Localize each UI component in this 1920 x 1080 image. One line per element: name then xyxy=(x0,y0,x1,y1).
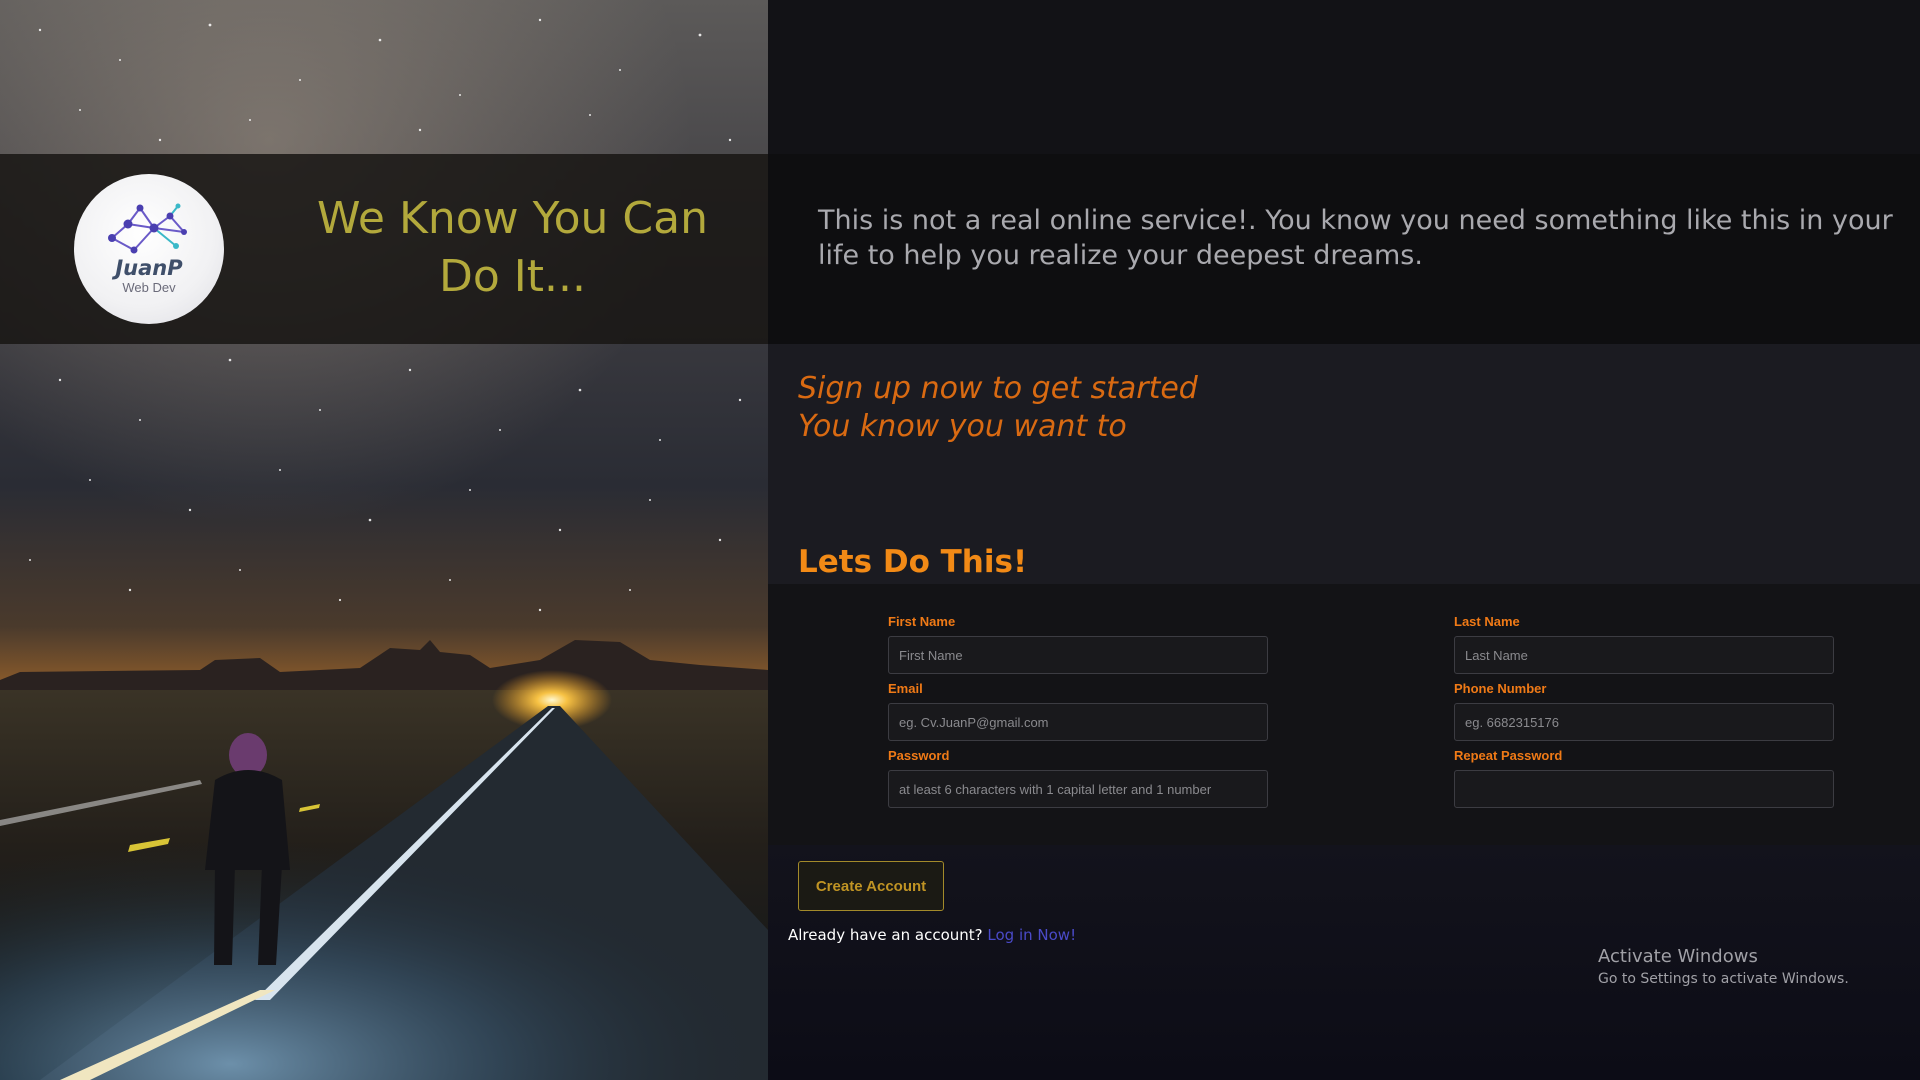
already-have-account-text: Already have an account? xyxy=(788,926,983,944)
signup-form: First Name Last Name Email Phone Number … xyxy=(768,584,1920,845)
email-input[interactable] xyxy=(888,703,1268,741)
create-account-button[interactable]: Create Account xyxy=(798,861,944,911)
repeat-password-input[interactable] xyxy=(1454,770,1834,808)
tagline-line-1: Sign up now to get started xyxy=(798,371,1198,406)
first-name-group: First Name xyxy=(888,614,1268,674)
phone-label: Phone Number xyxy=(1454,681,1547,696)
last-name-input[interactable] xyxy=(1454,636,1834,674)
activate-windows-watermark: Activate Windows Go to Settings to activ… xyxy=(1598,945,1849,989)
header-banner: JuanP Web Dev We Know You Can Do It... T… xyxy=(0,154,1920,344)
login-prompt: Already have an account? Log in Now! xyxy=(788,926,1076,944)
logo[interactable]: JuanP Web Dev xyxy=(74,174,224,324)
password-input[interactable] xyxy=(888,770,1268,808)
top-spacer xyxy=(768,0,1920,154)
email-group: Email xyxy=(888,681,1268,741)
last-name-group: Last Name xyxy=(1454,614,1834,674)
first-name-label: First Name xyxy=(888,614,956,629)
banner-right: This is not a real online service!. You … xyxy=(768,154,1920,344)
first-name-input[interactable] xyxy=(888,636,1268,674)
repeat-password-group: Repeat Password xyxy=(1454,748,1834,808)
network-logo-icon xyxy=(108,203,187,254)
repeat-password-label: Repeat Password xyxy=(1454,748,1563,763)
form-heading: Lets Do This! xyxy=(798,544,1028,580)
form-actions: Create Account Already have an account? … xyxy=(768,845,1920,1080)
phone-group: Phone Number xyxy=(1454,681,1834,741)
last-name-label: Last Name xyxy=(1454,614,1520,629)
email-label: Email xyxy=(888,681,923,696)
intro-section: Sign up now to get started You know you … xyxy=(768,344,1920,584)
password-group: Password xyxy=(888,748,1268,808)
activate-windows-subtitle: Go to Settings to activate Windows. xyxy=(1598,971,1849,987)
banner-description: This is not a real online service!. You … xyxy=(818,205,1893,271)
tagline: Sign up now to get started You know you … xyxy=(798,370,1198,446)
banner-title: We Know You Can Do It... xyxy=(316,193,708,302)
logo-subtitle: Web Dev xyxy=(122,280,176,295)
activate-windows-title: Activate Windows xyxy=(1598,946,1758,967)
password-label: Password xyxy=(888,748,950,763)
tagline-line-2: You know you want to xyxy=(798,409,1127,444)
login-link[interactable]: Log in Now! xyxy=(987,926,1076,944)
phone-input[interactable] xyxy=(1454,703,1834,741)
logo-name: JuanP xyxy=(115,256,183,280)
banner-left: JuanP Web Dev We Know You Can Do It... xyxy=(0,154,768,344)
